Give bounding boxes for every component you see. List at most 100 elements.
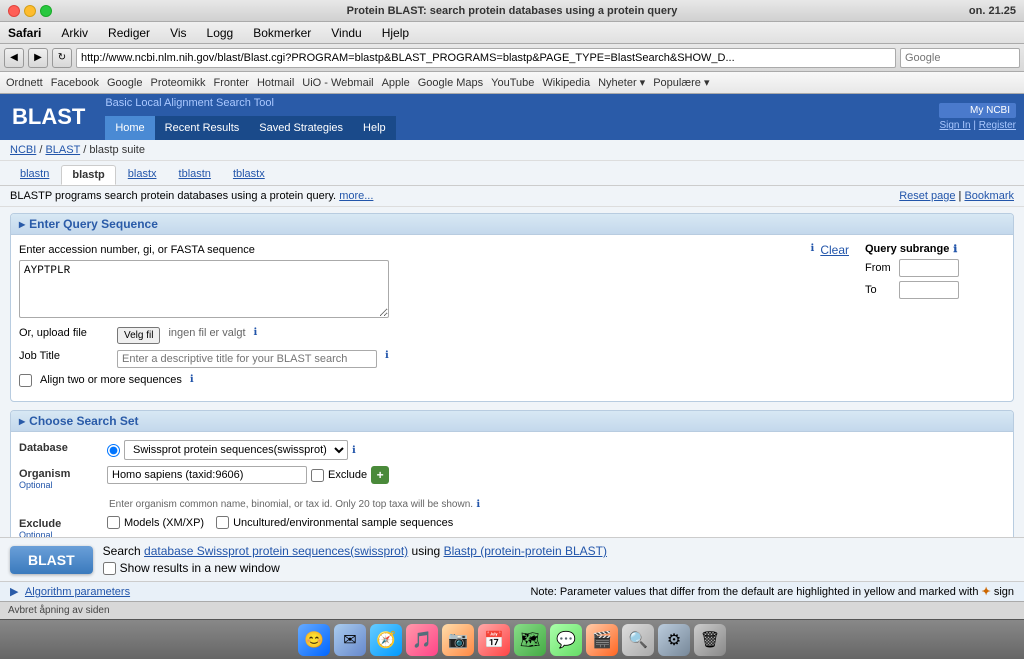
bookmark-youtube[interactable]: YouTube: [491, 77, 534, 89]
blast-submit-btn[interactable]: BLAST: [10, 546, 93, 574]
more-link[interactable]: more...: [339, 190, 373, 202]
tab-blastx[interactable]: blastx: [118, 165, 167, 185]
bookmark-googlemaps[interactable]: Google Maps: [418, 77, 483, 89]
organism-exclude-checkbox[interactable]: [311, 469, 324, 482]
nav-help[interactable]: Help: [353, 116, 396, 140]
database-label: Database: [19, 440, 99, 454]
triangle-icon: ▶: [10, 586, 18, 598]
bookmark-uio[interactable]: UiO - Webmail: [302, 77, 373, 89]
my-ncbi-btn[interactable]: My NCBI: [939, 103, 1016, 118]
bookmark-apple[interactable]: Apple: [382, 77, 410, 89]
bookmark-nyheter[interactable]: Nyheter ▾: [598, 76, 645, 89]
to-input[interactable]: [899, 281, 959, 299]
database-info-icon[interactable]: ℹ: [352, 445, 356, 456]
maximize-button[interactable]: [40, 5, 52, 17]
tab-blastn[interactable]: blastn: [10, 165, 59, 185]
organism-wrap: Exclude +: [107, 466, 389, 484]
menu-bokmerker[interactable]: Bokmerker: [249, 24, 315, 42]
bookmark-fronter[interactable]: Fronter: [214, 77, 249, 89]
menu-vindu[interactable]: Vindu: [327, 24, 365, 42]
bookmark-wikipedia[interactable]: Wikipedia: [542, 77, 590, 89]
status-text: Avbret åpning av siden: [8, 605, 110, 616]
new-window-checkbox[interactable]: [103, 562, 116, 575]
blast-header: BLAST Basic Local Alignment Search Tool …: [0, 94, 1024, 140]
job-title-input[interactable]: [117, 350, 377, 368]
exclude-row: Exclude Optional Models (XM/XP) Uncultur…: [19, 516, 1005, 537]
tab-tblastn[interactable]: tblastn: [169, 165, 221, 185]
uncultured-checkbox[interactable]: [216, 516, 229, 529]
refresh-button[interactable]: ↻: [52, 48, 72, 68]
align-info-icon[interactable]: ℹ: [190, 374, 194, 385]
database-select[interactable]: Swissprot protein sequences(swissprot): [124, 440, 348, 460]
new-window-row: Show results in a new window: [103, 561, 607, 575]
minimize-button[interactable]: [24, 5, 36, 17]
forward-button[interactable]: ▶: [28, 48, 48, 68]
program-tabs: blastn blastp blastx tblastn tblastx: [0, 161, 1024, 186]
job-info-icon[interactable]: ℹ: [385, 350, 389, 361]
result-db-link[interactable]: database Swissprot protein sequences(swi…: [144, 544, 408, 558]
back-button[interactable]: ◀: [4, 48, 24, 68]
note-text: Note: Parameter values that differ from …: [530, 585, 1014, 598]
from-input[interactable]: [899, 259, 959, 277]
result-algo-link[interactable]: Blastp (protein-protein BLAST): [444, 544, 607, 558]
title-bar: Protein BLAST: search protein databases …: [0, 0, 1024, 22]
google-search[interactable]: [900, 48, 1020, 68]
bookmark-hotmail[interactable]: Hotmail: [257, 77, 294, 89]
add-organism-btn[interactable]: +: [371, 466, 389, 484]
algo-params-link[interactable]: Algorithm parameters: [25, 586, 130, 598]
job-title-label: Job Title: [19, 350, 109, 362]
menu-arkiv[interactable]: Arkiv: [57, 24, 92, 42]
nav-saved[interactable]: Saved Strategies: [249, 116, 353, 140]
search-set-body: Database Swissprot protein sequences(swi…: [11, 432, 1013, 537]
organism-hint-info[interactable]: ℹ: [476, 499, 480, 510]
register-link[interactable]: Register: [979, 120, 1016, 131]
menu-safari[interactable]: Safari: [4, 24, 45, 42]
breadcrumb-blast[interactable]: BLAST: [45, 144, 80, 156]
bookmark-facebook[interactable]: Facebook: [51, 77, 99, 89]
blast-logo: BLAST: [0, 94, 97, 140]
query-section-body: Enter accession number, gi, or FASTA seq…: [11, 235, 1013, 401]
blast-logo-text: BLAST: [12, 104, 85, 130]
menu-vis[interactable]: Vis: [166, 24, 190, 42]
top-description: BLASTP programs search protein databases…: [10, 190, 373, 202]
from-row: From: [865, 259, 1005, 277]
upload-status: ingen fil er valgt: [168, 327, 245, 339]
result-using: using: [412, 544, 441, 558]
bookmark-link[interactable]: Bookmark: [964, 190, 1014, 202]
result-pre: Search: [103, 544, 141, 558]
align-checkbox[interactable]: [19, 374, 32, 387]
organism-input[interactable]: [107, 466, 307, 484]
bookmark-ordnett[interactable]: Ordnett: [6, 77, 43, 89]
exclude-checkbox-label: Exclude: [328, 469, 367, 481]
menu-logg[interactable]: Logg: [203, 24, 238, 42]
tab-tblastx[interactable]: tblastx: [223, 165, 275, 185]
upload-info-icon[interactable]: ℹ: [254, 327, 258, 338]
note-bar: ▶ Algorithm parameters Note: Parameter v…: [0, 581, 1024, 601]
from-label: From: [865, 262, 893, 274]
bookmark-populare[interactable]: Populære ▾: [653, 76, 709, 89]
sequence-textarea[interactable]: AYPTPLR: [19, 260, 389, 318]
menu-hjelp[interactable]: Hjelp: [378, 24, 413, 42]
subrange-info-icon[interactable]: ℹ: [953, 244, 957, 255]
database-radio[interactable]: [107, 444, 120, 457]
bookmark-google[interactable]: Google: [107, 77, 142, 89]
window-title: Protein BLAST: search protein databases …: [347, 5, 678, 17]
search-set-header: Choose Search Set: [11, 411, 1013, 432]
signin-link[interactable]: Sign In: [939, 120, 970, 131]
tab-blastp[interactable]: blastp: [61, 165, 115, 185]
breadcrumb-ncbi[interactable]: NCBI: [10, 144, 36, 156]
models-checkbox[interactable]: [107, 516, 120, 529]
nav-home[interactable]: Home: [105, 116, 154, 140]
upload-btn[interactable]: Velg fil: [117, 327, 160, 344]
nav-recent[interactable]: Recent Results: [155, 116, 250, 140]
url-bar[interactable]: [76, 48, 896, 68]
menu-rediger[interactable]: Rediger: [104, 24, 154, 42]
new-window-label: Show results in a new window: [120, 561, 280, 575]
close-button[interactable]: [8, 5, 20, 17]
reset-page-link[interactable]: Reset page: [899, 190, 955, 202]
window-controls: [8, 5, 52, 17]
clear-link[interactable]: Clear: [820, 243, 849, 257]
models-label: Models (XM/XP): [124, 517, 204, 529]
bookmark-proteomikk[interactable]: Proteomikk: [150, 77, 205, 89]
accession-info-icon[interactable]: ℹ: [811, 243, 815, 257]
